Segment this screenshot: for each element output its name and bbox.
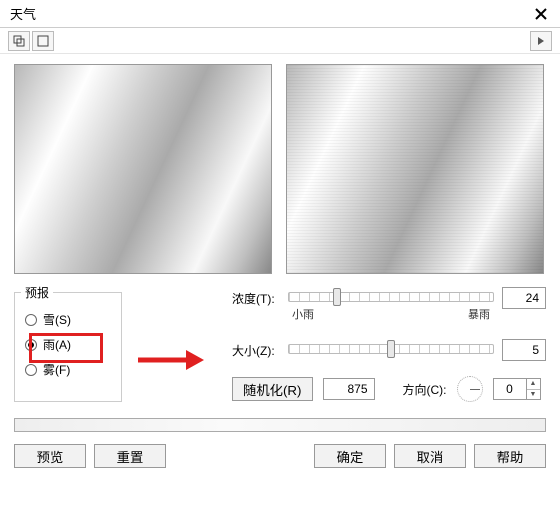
preview-button[interactable]: 预览: [14, 444, 86, 468]
direction-input[interactable]: [494, 379, 526, 399]
direction-label: 方向(C):: [403, 381, 447, 398]
density-input[interactable]: [502, 287, 546, 309]
window-title: 天气: [10, 4, 36, 23]
single-window-icon: [37, 35, 49, 47]
density-max-label: 暴雨: [468, 306, 490, 322]
title-bar: 天气: [0, 0, 560, 28]
next-button[interactable]: [530, 31, 552, 51]
controls-row: 预报 雪(S) 雨(A) 雾(F) 浓度(T): 小雨: [14, 284, 546, 402]
footer: 预览 重置 确定 取消 帮助: [0, 438, 560, 478]
content-area: 预报 雪(S) 雨(A) 雾(F) 浓度(T): 小雨: [0, 54, 560, 410]
slider-thumb[interactable]: [333, 288, 341, 306]
spinner-arrows: ▲ ▼: [526, 379, 540, 399]
toolbar: [0, 28, 560, 54]
radio-snow[interactable]: 雪(S): [25, 311, 111, 328]
forecast-legend: 预报: [21, 284, 53, 301]
density-slider[interactable]: 小雨 暴雨: [288, 286, 494, 310]
size-slider[interactable]: [288, 338, 494, 362]
forecast-group: 预报 雪(S) 雨(A) 雾(F): [14, 292, 122, 402]
randomize-value[interactable]: [323, 378, 375, 400]
spinner-up[interactable]: ▲: [527, 379, 540, 390]
help-button[interactable]: 帮助: [474, 444, 546, 468]
single-window-button[interactable]: [32, 31, 54, 51]
radio-rain[interactable]: 雨(A): [25, 336, 111, 353]
preview-after: [286, 64, 544, 274]
stacked-windows-icon: [13, 35, 25, 47]
size-label: 大小(Z):: [232, 342, 288, 359]
density-min-label: 小雨: [292, 306, 314, 322]
randomize-button[interactable]: 随机化(R): [232, 377, 313, 401]
size-row: 大小(Z):: [232, 338, 546, 362]
slider-thumb[interactable]: [387, 340, 395, 358]
params-panel: 浓度(T): 小雨 暴雨 大小(Z): 随机化(R): [122, 284, 546, 402]
spinner-down[interactable]: ▼: [527, 390, 540, 400]
preview-before: [14, 64, 272, 274]
density-label: 浓度(T):: [232, 290, 288, 307]
ok-button[interactable]: 确定: [314, 444, 386, 468]
cancel-button[interactable]: 取消: [394, 444, 466, 468]
radio-fog[interactable]: 雾(F): [25, 361, 111, 378]
size-input[interactable]: [502, 339, 546, 361]
direction-spinner[interactable]: ▲ ▼: [493, 378, 541, 400]
randomize-row: 随机化(R) 方向(C): ▲ ▼: [232, 376, 546, 402]
arrow-right-icon: [535, 35, 547, 47]
density-row: 浓度(T): 小雨 暴雨: [232, 286, 546, 310]
close-icon: [535, 8, 547, 20]
preview-row: [14, 64, 546, 274]
radio-label: 雨(A): [43, 336, 71, 353]
radio-icon: [25, 314, 37, 326]
stacked-windows-button[interactable]: [8, 31, 30, 51]
radio-icon: [25, 364, 37, 376]
progress-strip: [14, 418, 546, 432]
slider-track: [288, 292, 494, 302]
reset-button[interactable]: 重置: [94, 444, 166, 468]
radio-label: 雾(F): [43, 361, 70, 378]
radio-label: 雪(S): [43, 311, 71, 328]
direction-dial[interactable]: [457, 376, 483, 402]
radio-icon: [25, 339, 37, 351]
close-button[interactable]: [528, 4, 554, 24]
